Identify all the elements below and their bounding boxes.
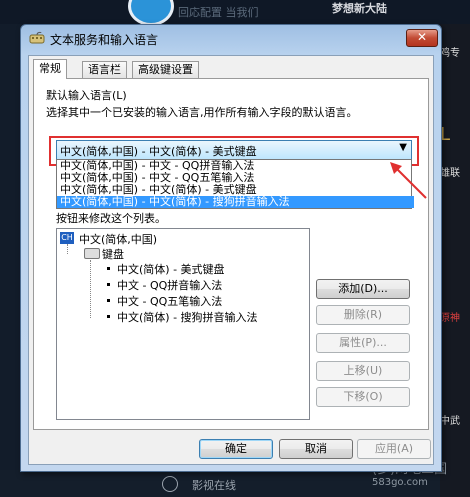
tree-keyboard-node[interactable]: 键盘 (102, 246, 124, 262)
tree-input-item[interactable]: 中文(简体) - 搜狗拼音输入法 (117, 309, 258, 325)
keyboard-icon (84, 248, 100, 259)
dialog-titlebar[interactable]: 文本服务和输入语言 ✕ (21, 25, 441, 53)
select-current-value: 中文(简体,中国) - 中文(简体) - 美式键盘 (60, 145, 257, 158)
default-language-description: 选择其中一个已安装的输入语言,用作所有输入字段的默认语言。 (46, 106, 358, 119)
background-strip-text: 中武 (440, 416, 460, 427)
annotation-arrow-icon (390, 162, 427, 199)
background-strip-text: 原神 (440, 313, 460, 324)
tab-general[interactable]: 常规 (33, 59, 67, 79)
watermark-line2: 583go.com (372, 477, 428, 488)
tree-connector (67, 244, 68, 254)
background-strip-text: 鸡专 (440, 48, 460, 59)
keyboard-app-icon (29, 31, 45, 44)
close-button[interactable]: ✕ (406, 29, 438, 47)
installed-services-label: 按钮来修改这个列表。 (56, 212, 166, 225)
move-down-button[interactable]: 下移(O) (316, 387, 410, 407)
background-top-text: 回応配置 当我们 (178, 6, 259, 19)
cancel-button[interactable]: 取消 (279, 439, 353, 459)
tree-input-item[interactable]: 中文(简体) - 美式键盘 (117, 261, 225, 277)
default-language-select[interactable]: 中文(简体,中国) - 中文(简体) - 美式键盘 ▼ (56, 140, 412, 160)
remove-button[interactable]: 删除(R) (316, 305, 410, 325)
tree-input-item[interactable]: 中文 - QQ拼音输入法 (117, 277, 222, 293)
tab-advanced-key-settings[interactable]: 高级键设置 (132, 61, 199, 78)
ok-button[interactable]: 确定 (199, 439, 273, 459)
tree-bullet (107, 299, 110, 302)
tree-language-node[interactable]: 中文(简体,中国) (79, 231, 157, 247)
background-right-strip: 鸡专 L 雄联 原神 中武 (440, 24, 470, 497)
language-dropdown-list: 中文(简体,中国) - 中文 - QQ拼音输入法 中文(简体,中国) - 中文 … (56, 159, 414, 209)
chevron-down-icon[interactable]: ▼ (399, 142, 407, 153)
background-circle-icon (162, 476, 178, 492)
background-bottom-text: 影视在线 (192, 479, 236, 492)
apply-button[interactable]: 应用(A) (357, 439, 431, 459)
dropdown-option[interactable]: 中文(简体,中国) - 中文 - QQ拼音输入法 (57, 160, 414, 172)
dropdown-option[interactable]: 中文(简体,中国) - 中文(简体) - 美式键盘 (57, 184, 414, 196)
dropdown-option[interactable]: 中文(简体,中国) - 中文 - QQ五笔输入法 (57, 172, 414, 184)
background-strip-text: L (440, 124, 451, 145)
background-top-bar: 回応配置 当我们 梦想新大陆 (0, 0, 470, 26)
text-services-dialog: 文本服务和输入语言 ✕ 常规 语言栏 高级键设置 默认输入语言(L) 选择其中一… (20, 24, 442, 472)
dropdown-option-selected[interactable]: 中文(简体,中国) - 中文(简体) - 搜狗拼音输入法 (57, 196, 414, 208)
tree-bullet (107, 267, 110, 270)
move-up-button[interactable]: 上移(U) (316, 361, 410, 381)
tree-connector (90, 260, 91, 318)
properties-button[interactable]: 属性(P)... (316, 333, 410, 353)
tree-input-item[interactable]: 中文 - QQ五笔输入法 (117, 293, 222, 309)
language-code-badge: CH (60, 232, 74, 244)
background-strip-text: 雄联 (440, 168, 460, 179)
tree-bullet (107, 283, 110, 286)
tree-bullet (107, 315, 110, 318)
default-language-label: 默认输入语言(L) (46, 89, 127, 102)
background-avatar (128, 0, 174, 26)
installed-services-tree[interactable]: CH 中文(简体,中国) 键盘 中文(简体) - 美式键盘 中文 - QQ拼音输… (56, 228, 310, 420)
dialog-title: 文本服务和输入语言 (50, 33, 159, 47)
background-site-title: 梦想新大陆 (332, 2, 387, 15)
dialog-client-area: 常规 语言栏 高级键设置 默认输入语言(L) 选择其中一个已安装的输入语言,用作… (28, 55, 434, 465)
tab-language-bar[interactable]: 语言栏 (82, 61, 127, 78)
add-button[interactable]: 添加(D)... (316, 279, 410, 299)
